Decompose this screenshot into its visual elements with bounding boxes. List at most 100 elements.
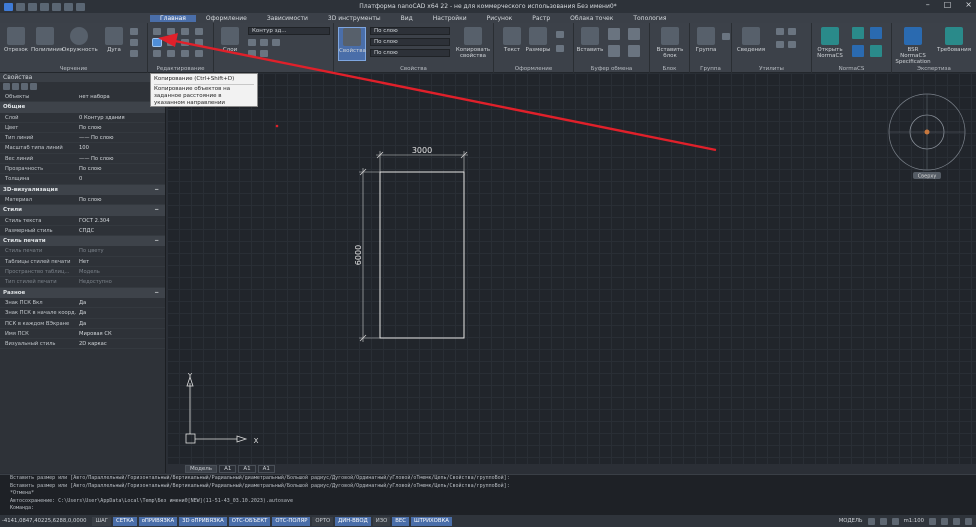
property-section-header[interactable]: Стили − <box>0 205 165 216</box>
linetype-dropdown[interactable]: По слою <box>370 38 450 46</box>
redo-icon[interactable] <box>76 2 85 11</box>
collapse-icon[interactable]: − <box>154 205 159 215</box>
tab-model[interactable]: Модель <box>185 465 218 473</box>
status-toggle[interactable]: ДИН-ВВОД <box>335 516 371 526</box>
scale-icon[interactable] <box>167 50 175 57</box>
property-value[interactable]: —— По слою <box>76 154 165 163</box>
property-row[interactable]: Знак ПСК Вкл Да <box>0 298 165 309</box>
quick-select-icon[interactable] <box>12 83 19 90</box>
requirements-button[interactable]: Требования <box>936 27 972 53</box>
tab-layout-a1-2[interactable]: A1 <box>238 465 256 473</box>
status-toggle[interactable]: 3D оПРИВЯЗКА <box>179 516 227 526</box>
mirror-icon[interactable] <box>167 39 175 46</box>
open-file-icon[interactable] <box>28 2 37 11</box>
property-row[interactable]: Тип линий —— По слою <box>0 133 165 144</box>
select-objects-icon[interactable] <box>3 83 10 90</box>
bsr-specification-button[interactable]: BSR NormaCS Specification <box>894 27 932 65</box>
viewcube[interactable]: Сверху <box>888 93 966 180</box>
property-row[interactable]: Пространство таблиц... Модель <box>0 267 165 278</box>
layer-state-icon[interactable] <box>248 39 256 46</box>
property-row[interactable]: Толщина 0 <box>0 174 165 185</box>
offset-icon[interactable] <box>181 39 189 46</box>
tab-3d-tools[interactable]: 3D инструменты <box>318 15 391 22</box>
property-value[interactable]: Да <box>76 298 165 307</box>
tab-annotate[interactable]: Оформление <box>196 15 257 22</box>
tab-point-clouds[interactable]: Облака точек <box>560 15 623 22</box>
selection-row[interactable]: Объекты нет набора <box>0 92 165 103</box>
property-row[interactable]: ПСК в каждом ВЭкране Да <box>0 319 165 329</box>
match-properties-button[interactable]: Копировать свойства <box>454 27 492 59</box>
property-row[interactable]: Слой 0 Контур здания <box>0 113 165 123</box>
property-value[interactable]: 0 <box>76 174 165 183</box>
property-row[interactable]: Размерный стиль СПДС <box>0 226 165 237</box>
stretch-icon[interactable] <box>153 50 161 57</box>
dim-text-horizontal[interactable]: 3000 <box>412 146 432 155</box>
model-space-indicator[interactable]: МОДЕЛЬ <box>839 518 863 524</box>
property-row[interactable]: Цвет По слою <box>0 123 165 134</box>
polyline-button[interactable]: Полилиния <box>31 27 63 53</box>
property-value[interactable]: 100 <box>76 143 165 152</box>
copy-icon[interactable] <box>152 38 162 47</box>
close-button[interactable]: × <box>965 0 972 9</box>
cut-icon[interactable] <box>608 28 620 40</box>
text-button[interactable]: Текст <box>498 27 526 53</box>
layer-match-icon[interactable] <box>248 50 256 57</box>
toggle-pickadd-icon[interactable] <box>21 83 28 90</box>
property-row[interactable]: Прозрачность По слою <box>0 164 165 175</box>
array-icon[interactable] <box>181 50 189 57</box>
tab-constraints[interactable]: Зависимости <box>257 15 318 22</box>
property-row[interactable]: Визуальный стиль 2D каркас <box>0 339 165 350</box>
id-point-icon[interactable] <box>776 41 784 48</box>
status-toggle[interactable]: ОТС-ОБЪЕКТ <box>228 516 271 526</box>
property-value[interactable]: ГОСТ 2.304 <box>76 216 165 225</box>
measure-button[interactable]: Сведения <box>734 27 768 53</box>
status-toggle[interactable]: оПРИВЯЗКА <box>138 516 178 526</box>
property-row[interactable]: Масштаб типа линий 100 <box>0 143 165 154</box>
copy-clipboard-icon[interactable] <box>628 28 640 40</box>
layer-previous-icon[interactable] <box>260 50 268 57</box>
status-toggle[interactable]: СЕТКА <box>113 516 137 526</box>
workspace-icon[interactable] <box>891 517 899 525</box>
model-space-canvas[interactable]: 3000 6000 Y X Сверху <box>167 73 976 464</box>
normacs-update-icon[interactable] <box>870 45 882 57</box>
trim-icon[interactable] <box>181 28 189 35</box>
property-row[interactable]: Таблицы стилей печати Нет <box>0 257 165 268</box>
property-row[interactable]: Тип стилей печати Недоступно <box>0 277 165 288</box>
group-button[interactable]: Группа <box>692 27 720 53</box>
property-value[interactable]: По слою <box>76 195 165 204</box>
property-value[interactable]: —— По слою <box>76 133 165 142</box>
settings-icon[interactable] <box>965 517 972 525</box>
table-icon[interactable] <box>556 31 564 38</box>
status-toggle[interactable]: ОРТО <box>312 516 334 526</box>
move-icon[interactable] <box>153 28 161 35</box>
color-dropdown[interactable]: По слою <box>370 27 450 35</box>
tab-view[interactable]: Вид <box>391 15 423 22</box>
calculator-icon[interactable] <box>776 28 784 35</box>
app-menu-icon[interactable] <box>4 2 13 11</box>
dimensions-button[interactable]: Размеры <box>524 27 552 53</box>
insert-block-button[interactable]: Вставить блок <box>654 27 686 59</box>
viewport-icon[interactable] <box>867 517 875 525</box>
filter-icon[interactable] <box>30 83 37 90</box>
tab-topology[interactable]: Топология <box>623 15 676 22</box>
open-normacs-button[interactable]: Открыть NormaCS <box>814 27 846 59</box>
property-row[interactable]: Знак ПСК в начале коорд... Да <box>0 308 165 319</box>
status-toggle[interactable]: ОТС-ПОЛЯР <box>272 516 311 526</box>
status-toggle[interactable]: ШАГ <box>92 516 112 526</box>
dim-text-vertical[interactable]: 6000 <box>354 245 363 265</box>
minimize-button[interactable]: – <box>926 0 930 9</box>
fillet-icon[interactable] <box>195 50 203 57</box>
rectangle-icon[interactable] <box>130 28 138 35</box>
property-value[interactable]: Недоступно <box>76 277 165 286</box>
property-value[interactable]: Модель <box>76 267 165 276</box>
layer-dropdown[interactable]: Контур зд... <box>248 27 330 35</box>
lineweight-dropdown[interactable]: По слою <box>370 49 450 57</box>
status-toggle[interactable]: ИЗО <box>372 516 391 526</box>
erase-icon[interactable] <box>195 28 203 35</box>
property-value[interactable]: 2D каркас <box>76 339 165 348</box>
rotate-icon[interactable] <box>167 28 175 35</box>
property-row[interactable]: Имя ПСК Мировая СК <box>0 329 165 340</box>
hatch-icon[interactable] <box>130 39 138 46</box>
property-row[interactable]: Стиль печати По цвету <box>0 246 165 257</box>
ungroup-icon[interactable] <box>722 33 730 40</box>
